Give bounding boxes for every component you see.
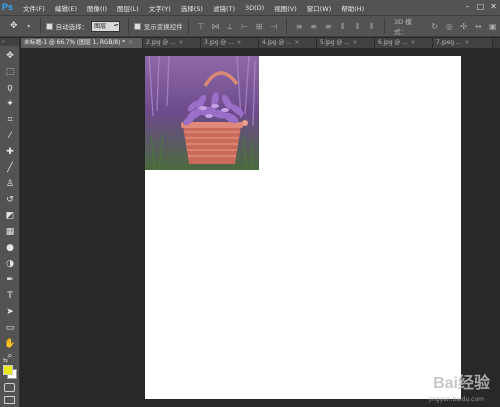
quick-mask-icon[interactable] bbox=[4, 383, 15, 392]
tab-document[interactable]: 4.jpg @ ... × bbox=[259, 38, 317, 48]
distribute-bottom-icon[interactable]: ≡ bbox=[323, 21, 334, 32]
align-hcenter-icon[interactable]: ⊞ bbox=[254, 21, 265, 32]
close-icon[interactable]: × bbox=[353, 38, 358, 48]
auto-select-dropdown[interactable]: 图层 bbox=[91, 20, 121, 32]
lasso-tool-icon[interactable]: ϙ bbox=[3, 82, 17, 95]
menu-type[interactable]: 文字(Y) bbox=[144, 3, 176, 13]
close-icon[interactable]: × bbox=[411, 38, 416, 48]
tab-label: 7.jpeg ... bbox=[436, 40, 462, 46]
window-controls: – □ ✕ bbox=[463, 2, 498, 11]
maximize-button[interactable]: □ bbox=[476, 2, 485, 11]
screen-mode-icon[interactable] bbox=[4, 396, 15, 404]
align-bottom-icon[interactable]: ⊥ bbox=[225, 21, 236, 32]
auto-select-checkbox[interactable] bbox=[45, 22, 53, 30]
photoshop-logo[interactable]: Ps bbox=[2, 1, 18, 14]
tab-document-active[interactable]: 未标题-1 @ 66.7% (图层 1, RGB/8) * × bbox=[21, 38, 143, 48]
lavender-basket-image[interactable] bbox=[145, 56, 259, 170]
tab-document[interactable]: 3.jpg @ ... × bbox=[201, 38, 259, 48]
gradient-tool-icon[interactable]: ▦ bbox=[3, 226, 17, 239]
close-button[interactable]: ✕ bbox=[489, 2, 498, 11]
tab-label: 6.jpg @ ... bbox=[378, 40, 408, 46]
menu-layer[interactable]: 图层(L) bbox=[112, 3, 144, 13]
tool-panel: » ✥ ⬚ ϙ ✦ ⌗ ⁄ ✚ ╱ ♙ ↺ ◩ ▦ ● ◑ ✒ T ➤ ▭ ✋ … bbox=[0, 38, 20, 407]
tab-label: 5.jpg @ ... bbox=[320, 40, 350, 46]
tab-label: 3.jpg @ ... bbox=[204, 40, 234, 46]
foreground-color-swatch[interactable] bbox=[3, 365, 13, 375]
path-selection-tool-icon[interactable]: ➤ bbox=[3, 306, 17, 319]
close-icon[interactable]: × bbox=[295, 38, 300, 48]
distribute-top-icon[interactable]: ≡ bbox=[294, 21, 305, 32]
close-icon[interactable]: × bbox=[237, 38, 242, 48]
clone-stamp-tool-icon[interactable]: ♙ bbox=[3, 178, 17, 191]
3d-rotate-icon[interactable]: ↻ bbox=[429, 21, 440, 32]
chevron-down-icon[interactable]: ▾ bbox=[27, 23, 35, 30]
tab-label: 2.jpg @ ... bbox=[146, 40, 176, 46]
crop-tool-icon[interactable]: ⌗ bbox=[3, 114, 17, 127]
close-icon[interactable]: × bbox=[464, 38, 469, 48]
minimize-button[interactable]: – bbox=[463, 2, 472, 11]
menu-bar: Ps 文件(F) 编辑(E) 图像(I) 图层(L) 文字(Y) 选择(S) 滤… bbox=[0, 0, 500, 15]
close-icon[interactable]: × bbox=[128, 38, 133, 48]
tab-document[interactable]: 7.jpeg ... × bbox=[433, 38, 493, 48]
divider bbox=[39, 18, 41, 34]
show-transform-label: 显示变换控件 bbox=[143, 23, 183, 31]
canvas-area[interactable]: Bai经验 jingyan.baidu.com bbox=[21, 48, 500, 407]
move-tool-icon[interactable]: ✥ bbox=[3, 50, 17, 63]
distribute-hcenter-icon[interactable]: ⦀ bbox=[352, 21, 363, 32]
tab-label: 4.jpg @ ... bbox=[262, 40, 292, 46]
eyedropper-tool-icon[interactable]: ⁄ bbox=[3, 130, 17, 143]
divider bbox=[128, 18, 129, 34]
divider bbox=[187, 18, 189, 34]
document-canvas[interactable] bbox=[145, 56, 461, 399]
3d-mode-label: 3D 模式： bbox=[393, 18, 412, 36]
magic-wand-tool-icon[interactable]: ✦ bbox=[3, 98, 17, 111]
menu-help[interactable]: 帮助(H) bbox=[336, 3, 369, 13]
align-right-icon[interactable]: ⊣ bbox=[268, 21, 279, 32]
menu-select[interactable]: 选择(S) bbox=[176, 3, 208, 13]
healing-brush-tool-icon[interactable]: ✚ bbox=[3, 146, 17, 159]
tab-label: 未标题-1 @ 66.7% (图层 1, RGB/8) * bbox=[24, 40, 126, 46]
align-vcenter-icon[interactable]: ⋈ bbox=[210, 21, 221, 32]
menu-view[interactable]: 视图(V) bbox=[269, 3, 302, 13]
auto-select-label: 自动选择： bbox=[55, 23, 89, 31]
history-brush-tool-icon[interactable]: ↺ bbox=[3, 194, 17, 207]
menu-window[interactable]: 窗口(W) bbox=[302, 3, 337, 13]
baidu-watermark-logo: Bai经验 bbox=[433, 375, 490, 392]
divider bbox=[384, 18, 385, 34]
brush-tool-icon[interactable]: ╱ bbox=[3, 162, 17, 175]
align-left-icon[interactable]: ⊢ bbox=[239, 21, 250, 32]
menu-3d[interactable]: 3D(D) bbox=[240, 4, 269, 12]
dodge-tool-icon[interactable]: ◑ bbox=[3, 258, 17, 271]
type-tool-icon[interactable]: T bbox=[3, 290, 17, 303]
options-bar: ✥ ▾ 自动选择： 图层 显示变换控件 ⊤ ⋈ ⊥ ⊢ ⊞ ⊣ ≡ ≡ ≡ ⦀ … bbox=[0, 15, 500, 37]
watermark-url: jingyan.baidu.com bbox=[428, 396, 484, 403]
menu-filter[interactable]: 滤镜(T) bbox=[208, 3, 240, 13]
default-colors-icon[interactable]: ⇆ bbox=[3, 357, 8, 364]
shape-tool-icon[interactable]: ▭ bbox=[3, 322, 17, 335]
menu-file[interactable]: 文件(F) bbox=[18, 3, 50, 13]
blur-tool-icon[interactable]: ● bbox=[3, 242, 17, 255]
close-icon[interactable]: × bbox=[179, 38, 184, 48]
tab-document[interactable]: 2.jpg @ ... × bbox=[143, 38, 201, 48]
menu-edit[interactable]: 编辑(E) bbox=[50, 3, 82, 13]
3d-scale-icon[interactable]: ▣ bbox=[488, 21, 499, 32]
panel-collapse-icon[interactable]: » bbox=[0, 38, 19, 46]
3d-drag-icon[interactable]: ✣ bbox=[458, 21, 469, 32]
3d-roll-icon[interactable]: ◎ bbox=[444, 21, 455, 32]
eraser-tool-icon[interactable]: ◩ bbox=[3, 210, 17, 223]
distribute-left-icon[interactable]: ⦀ bbox=[337, 21, 348, 32]
show-transform-checkbox[interactable] bbox=[133, 22, 141, 30]
pen-tool-icon[interactable]: ✒ bbox=[3, 274, 17, 287]
divider bbox=[285, 18, 287, 34]
marquee-tool-icon[interactable]: ⬚ bbox=[3, 66, 17, 79]
move-tool-icon[interactable]: ✥ bbox=[10, 18, 27, 34]
3d-slide-icon[interactable]: ↔ bbox=[473, 21, 484, 32]
document-tabs: 未标题-1 @ 66.7% (图层 1, RGB/8) * × 2.jpg @ … bbox=[21, 38, 500, 48]
tab-document[interactable]: 6.jpg @ ... × bbox=[375, 38, 433, 48]
tab-document[interactable]: 5.jpg @ ... × bbox=[317, 38, 375, 48]
align-top-icon[interactable]: ⊤ bbox=[196, 21, 207, 32]
menu-image[interactable]: 图像(I) bbox=[82, 3, 112, 13]
distribute-vcenter-icon[interactable]: ≡ bbox=[308, 21, 319, 32]
distribute-right-icon[interactable]: ⦀ bbox=[367, 21, 378, 32]
